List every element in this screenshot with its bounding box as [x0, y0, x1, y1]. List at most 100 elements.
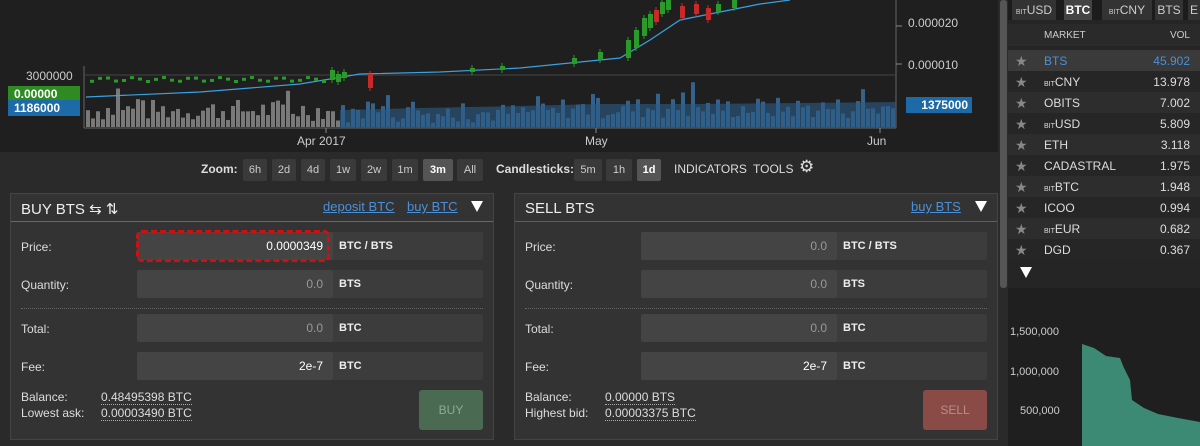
sell-panel-title: SELL BTS [525, 200, 595, 217]
depth-area [1082, 344, 1200, 446]
buy-total-label: Total: [21, 322, 50, 336]
depth-chart[interactable]: 1,500,000 1,000,000 500,000 [1008, 288, 1200, 446]
buy-balance-label: Balance: [21, 390, 68, 404]
market-row[interactable]: ★ BITEUR 0.682 [1008, 218, 1200, 239]
buy-price-input[interactable]: 0.0000349 [137, 232, 333, 260]
zoom-1m-button[interactable]: 1m [392, 159, 418, 181]
x-axis-label-jun: Jun [867, 134, 887, 148]
chart-canvas [83, 0, 902, 133]
sell-panel-header: SELL BTS buy BTS [515, 194, 997, 222]
sell-price-input[interactable]: 0.0 [641, 232, 837, 260]
market-name: OBITS [1044, 96, 1081, 110]
market-row[interactable]: ★ BITUSD 5.809 [1008, 113, 1200, 134]
expand-triangle-icon[interactable] [1020, 267, 1032, 278]
market-row[interactable]: ★ OBITS 7.002 [1008, 92, 1200, 113]
buy-qty-label: Quantity: [21, 278, 70, 292]
buy-bts-link[interactable]: buy BTS [911, 199, 961, 214]
market-name: BITBTC [1044, 180, 1079, 194]
price-chart[interactable]: 3000000 0.00000 1186000 1375000 0.000020… [0, 0, 1000, 152]
x-axis-label-may: May [585, 134, 608, 148]
market-row[interactable]: ★ ICOO 0.994 [1008, 197, 1200, 218]
buy-separator [21, 308, 483, 309]
page-scrollbar-thumb[interactable] [1000, 0, 1007, 288]
tab-bitusd[interactable]: BITUSD [1012, 0, 1056, 20]
buy-fee-label: Fee: [21, 360, 46, 374]
market-volume: 0.994 [1159, 201, 1190, 215]
buy-button[interactable]: BUY [419, 390, 483, 430]
candle-1d-button[interactable]: 1d [637, 159, 661, 181]
buy-balance-value[interactable]: 0.48495398 BTC [101, 391, 192, 405]
depth-label-1000000: 1,000,000 [1010, 366, 1059, 378]
candle-1h-button[interactable]: 1h [606, 159, 632, 181]
buy-btc-link[interactable]: buy BTC [407, 199, 458, 214]
tab-e[interactable]: E [1188, 0, 1200, 20]
zoom-2w-button[interactable]: 2w [361, 159, 387, 181]
star-icon[interactable]: ★ [1015, 242, 1028, 259]
markets-header: MARKET VOL [1008, 24, 1200, 46]
star-icon[interactable]: ★ [1015, 74, 1028, 91]
star-icon[interactable]: ★ [1015, 200, 1028, 217]
buy-qty-unit: BTS [333, 270, 483, 298]
market-name: DGD [1044, 243, 1071, 257]
gear-icon[interactable]: ⚙ [799, 157, 814, 177]
market-row[interactable]: ★ BTS 45.902 [1008, 50, 1200, 71]
market-volume: 0.367 [1159, 243, 1190, 257]
sell-total-input[interactable]: 0.0 [641, 314, 837, 342]
highest-bid-value[interactable]: 0.00003375 BTC [605, 407, 696, 421]
buy-panel-header: BUY BTS ⇆ ⇅ deposit BTC buy BTC [11, 194, 493, 222]
tab-bitcny[interactable]: BITCNY [1102, 0, 1152, 20]
zoom-4d-button[interactable]: 4d [301, 159, 325, 181]
deposit-btc-link[interactable]: deposit BTC [323, 199, 395, 214]
star-icon[interactable]: ★ [1015, 137, 1028, 154]
market-row[interactable]: ★ BITCNY 13.978 [1008, 71, 1200, 92]
market-row[interactable]: ★ DGD 0.367 [1008, 239, 1200, 260]
market-row[interactable]: ★ BITBTC 1.948 [1008, 176, 1200, 197]
tab-bts[interactable]: BTS [1155, 0, 1183, 20]
market-volume: 3.118 [1160, 138, 1190, 152]
sell-qty-unit: BTS [837, 270, 987, 298]
buy-qty-input[interactable]: 0.0 [137, 270, 333, 298]
buy-total-row: Total: 0.0 BTC [11, 314, 493, 342]
buy-total-input[interactable]: 0.0 [137, 314, 333, 342]
zoom-2d-button[interactable]: 2d [272, 159, 296, 181]
star-icon[interactable]: ★ [1015, 95, 1028, 112]
tools-button[interactable]: TOOLS [753, 162, 793, 176]
left-axis-label: 3000000 [26, 69, 73, 83]
collapse-triangle-icon[interactable] [471, 201, 483, 212]
depth-label-500000: 500,000 [1020, 405, 1060, 417]
right-axis-label-1: 0.000020 [908, 16, 959, 30]
sell-button[interactable]: SELL [923, 390, 987, 430]
market-volume: 0.682 [1159, 222, 1190, 236]
market-row[interactable]: ★ CADASTRAL 1.975 [1008, 155, 1200, 176]
buy-total-unit: BTC [333, 314, 483, 342]
zoom-all-button[interactable]: All [457, 159, 483, 181]
sell-fee-unit: BTC [837, 352, 987, 380]
sell-total-label: Total: [525, 322, 554, 336]
sell-balance-value[interactable]: 0.00000 BTS [605, 391, 676, 405]
market-tabs: BITUSD BTC BITCNY BTS E [1008, 0, 1200, 20]
star-icon[interactable]: ★ [1015, 53, 1028, 70]
star-icon[interactable]: ★ [1015, 158, 1028, 175]
sell-balance-label: Balance: [525, 390, 572, 404]
sell-fee-input: 2e-7 [641, 352, 837, 380]
collapse-triangle-icon[interactable] [975, 201, 987, 212]
market-row[interactable]: ★ ETH 3.118 [1008, 134, 1200, 155]
zoom-3m-button[interactable]: 3m [423, 159, 453, 181]
buy-price-unit: BTC / BTS [333, 232, 483, 260]
star-icon[interactable]: ★ [1015, 179, 1028, 196]
tab-btc[interactable]: BTC [1064, 0, 1092, 20]
star-icon[interactable]: ★ [1015, 221, 1028, 238]
highest-bid-label: Highest bid: [525, 406, 589, 420]
lowest-ask-value[interactable]: 0.00003490 BTC [101, 407, 192, 421]
star-icon[interactable]: ★ [1015, 116, 1028, 133]
header-market[interactable]: MARKET [1044, 30, 1086, 41]
depth-label-1500000: 1,500,000 [1010, 326, 1059, 338]
sell-qty-input[interactable]: 0.0 [641, 270, 837, 298]
zoom-6h-button[interactable]: 6h [243, 159, 267, 181]
buy-panel-title: BUY BTS ⇆ ⇅ [21, 201, 119, 218]
header-vol[interactable]: VOL [1170, 30, 1190, 41]
buy-fee-row: Fee: 2e-7 BTC [11, 352, 493, 380]
indicators-button[interactable]: INDICATORS [674, 162, 747, 176]
candle-5m-button[interactable]: 5m [574, 159, 602, 181]
zoom-1w-button[interactable]: 1w [330, 159, 356, 181]
